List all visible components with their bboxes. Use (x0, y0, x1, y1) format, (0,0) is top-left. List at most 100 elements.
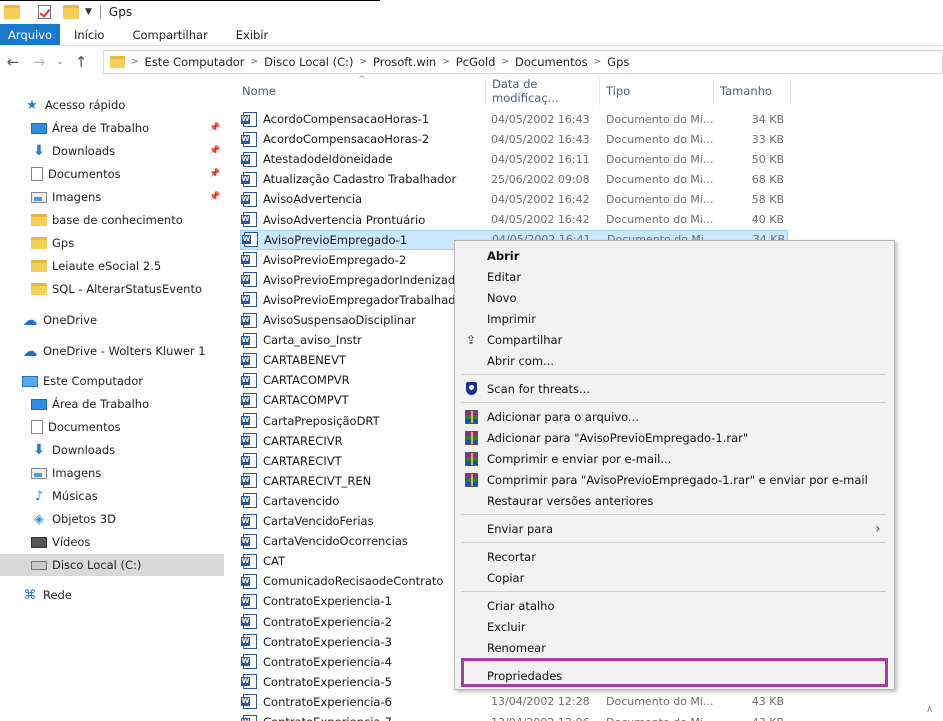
nav-item[interactable]: ♪ Músicas (0, 485, 224, 507)
menu-item-renomear[interactable]: Renomear (455, 637, 894, 658)
table-row[interactable]: ContratoExperiencia-7 13/04/2002 12:06 Doc… (240, 712, 788, 721)
nav-item[interactable]: ⬇ Downloads 📌 (0, 140, 224, 162)
menu-item-scan-for-threats[interactable]: Scan for threats... (455, 378, 894, 399)
folder-icon (31, 260, 47, 272)
breadcrumb-gps[interactable]: Gps (607, 55, 629, 69)
table-row[interactable]: Atualização Cadastro Trabalhador 25/06/20… (240, 169, 788, 189)
nav-item[interactable]: ⬇ Downloads (0, 439, 224, 461)
menu-separator (461, 402, 886, 403)
menu-item-label: Abrir com... (487, 353, 555, 368)
nav-item[interactable]: Documentos (0, 416, 224, 438)
breadcrumb-prosoft[interactable]: Prosoft.win (373, 55, 436, 69)
menu-item-enviar-para[interactable]: Enviar para › (455, 518, 894, 539)
new-folder-icon[interactable] (63, 5, 79, 19)
menu-item-comprimir-e-enviar-por-e-mail[interactable]: Comprimir e enviar por e-mail... (455, 448, 894, 469)
tab-exibir[interactable]: Exibir (222, 24, 283, 45)
table-row[interactable]: AcordoCompensacaoHoras-2 04/05/2002 16:43… (240, 129, 788, 149)
table-row[interactable]: AtestadodeIdoneidade 04/05/2002 16:11 Docu… (240, 149, 788, 169)
quick-access-dropdown-icon[interactable]: ▼ (85, 7, 92, 17)
disk-icon (31, 560, 47, 570)
menu-item-compartilhar[interactable]: ⇪ Compartilhar (455, 329, 894, 350)
nav-item[interactable]: ◈ Objetos 3D (0, 508, 224, 530)
scroll-up-arrow-icon[interactable]: ∧ (926, 704, 933, 715)
winrar-shape (464, 430, 478, 445)
menu-item-adicionar-para-o-arquivo[interactable]: Adicionar para o arquivo... (455, 406, 894, 427)
menu-item-recortar[interactable]: Recortar (455, 546, 894, 567)
nav-item[interactable]: SQL - AlterarStatusEvento (0, 278, 224, 300)
file-name: AvisoPrevioEmpregadorTrabalhado (263, 292, 463, 307)
table-row[interactable]: AvisoAdvertencia 04/05/2002 16:42 Document… (240, 189, 788, 209)
menu-item-criar-atalho[interactable]: Criar atalho (455, 595, 894, 616)
download-icon: ⬇ (33, 143, 45, 159)
tab-compartilhar[interactable]: Compartilhar (118, 24, 221, 45)
pictures-icon (31, 467, 47, 479)
nav-item[interactable]: Disco Local (C:) (0, 554, 224, 576)
document-icon (31, 420, 43, 434)
menu-item-copiar[interactable]: Copiar (455, 567, 894, 588)
chevron-right-icon[interactable]: > (594, 57, 602, 67)
up-arrow-icon[interactable]: ↑ (68, 53, 94, 71)
nav-item[interactable]: Leiaute eSocial 2.5 (0, 255, 224, 277)
menu-item-abrir-com[interactable]: Abrir com... (455, 350, 894, 371)
nav-item[interactable]: ☁ OneDrive (0, 309, 224, 331)
chevron-right-icon[interactable]: > (359, 57, 367, 67)
menu-item-novo[interactable]: Novo (455, 287, 894, 308)
table-row[interactable]: AcordoCompensacaoHoras-1 04/05/2002 16:43… (240, 109, 788, 129)
word-document-icon (242, 232, 258, 248)
nav-item[interactable]: ☁ OneDrive - Wolters Kluwer 1 (0, 340, 224, 362)
menu-item-abrir[interactable]: Abrir (455, 245, 894, 266)
menu-item-comprimir-para-avisoprevioempregado-1-rar-e-enviar-por-e-mail[interactable]: Comprimir para "AvisoPrevioEmpregado-1.r… (455, 469, 894, 490)
menu-item-excluir[interactable]: Excluir (455, 616, 894, 637)
title-bar-top-line (0, 0, 380, 1)
address-bar[interactable]: > Este Computador > Disco Local (C:) > P… (103, 50, 943, 74)
navigation-row: ← → ⌄ ↑ > Este Computador > Disco Local … (0, 47, 943, 77)
nav-item[interactable]: Gps (0, 232, 224, 254)
column-header-date[interactable]: Data de modificaç... (486, 77, 600, 105)
column-header-name[interactable]: Nome (236, 77, 486, 105)
table-row[interactable]: AvisoAdvertencia Prontuário 04/05/2002 16… (240, 210, 788, 230)
chevron-right-icon[interactable]: > (442, 57, 450, 67)
properties-check-icon[interactable] (38, 5, 51, 19)
menu-item-adicionar-para-avisoprevioempregado-1-rar[interactable]: Adicionar para "AvisoPrevioEmpregado-1.r… (455, 427, 894, 448)
tab-inicio[interactable]: Início (60, 24, 118, 45)
breadcrumb-pcgold[interactable]: PcGold (456, 55, 496, 69)
forward-arrow-icon[interactable]: → (26, 53, 52, 71)
file-name: Atualização Cadastro Trabalhador (263, 172, 457, 187)
word-document-icon (241, 573, 257, 589)
breadcrumb-documentos[interactable]: Documentos (515, 55, 588, 69)
chevron-right-icon[interactable]: > (501, 57, 509, 67)
nav-item[interactable]: Documentos 📌 (0, 163, 224, 185)
menu-item-imprimir[interactable]: Imprimir (455, 308, 894, 329)
back-arrow-icon[interactable]: ← (0, 53, 26, 71)
table-row[interactable]: ContratoExperiencia-6 13/04/2002 12:28 Doc… (240, 692, 788, 712)
nav-item[interactable]: Vídeos (0, 531, 224, 553)
pin-icon: 📌 (209, 169, 221, 179)
nav-item[interactable]: Este Computador (0, 370, 224, 392)
menu-item-label: Enviar para (487, 521, 554, 536)
file-size: 58 KB (751, 192, 784, 206)
nav-item-label: Rede (43, 588, 72, 602)
nav-item[interactable]: Imagens (0, 462, 224, 484)
chevron-right-icon[interactable]: > (251, 57, 259, 67)
nav-item-label: OneDrive - Wolters Kluwer 1 (43, 344, 206, 358)
nav-item[interactable]: ⌘ Rede (0, 584, 224, 606)
column-header-size[interactable]: Tamanho (714, 77, 791, 105)
nav-item[interactable]: Área de Trabalho (0, 393, 224, 415)
file-name: CartaPreposiçãoDRT (263, 413, 380, 428)
menu-item-restaurar-vers-es-anteriores[interactable]: Restaurar versões anteriores (455, 490, 894, 511)
file-date: 04/05/2002 16:42 (491, 192, 590, 206)
file-name: CARTARECIVT_REN (263, 473, 372, 488)
nav-item[interactable]: Imagens 📌 (0, 186, 224, 208)
chevron-right-icon[interactable]: > (131, 57, 139, 67)
menu-item-editar[interactable]: Editar (455, 266, 894, 287)
column-header-type[interactable]: Tipo (600, 77, 714, 105)
breadcrumb-disco-local[interactable]: Disco Local (C:) (264, 55, 353, 69)
nav-item[interactable]: base de conhecimento (0, 209, 224, 231)
tab-arquivo[interactable]: Arquivo (0, 24, 61, 45)
word-document-icon (241, 433, 257, 449)
nav-item-label: Documentos (48, 420, 121, 434)
nav-item[interactable]: ★ Acesso rápido (0, 94, 224, 116)
breadcrumb-este-computador[interactable]: Este Computador (145, 55, 245, 69)
nav-item[interactable]: Área de Trabalho 📌 (0, 117, 224, 139)
recent-locations-chevron-icon[interactable]: ⌄ (52, 57, 68, 67)
